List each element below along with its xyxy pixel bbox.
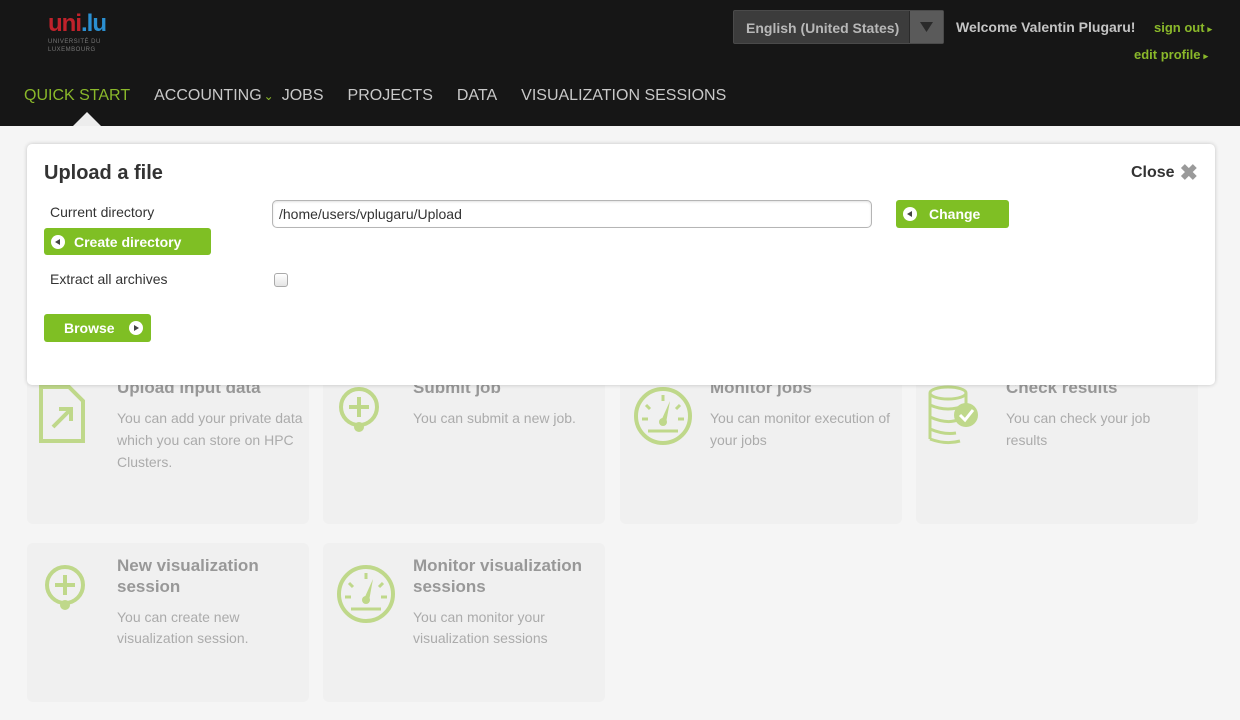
nav-item-jobs[interactable]: JOBS [282, 87, 324, 105]
main-nav: QUICK START ACCOUNTING ⌄ JOBS PROJECTS DA… [24, 86, 750, 106]
close-label: Close [1130, 164, 1175, 181]
create-directory-label: Create directory [74, 233, 182, 250]
active-nav-indicator [73, 112, 101, 126]
nav-item-accounting-label: ACCOUNTING [154, 87, 262, 104]
create-directory-button[interactable]: Create directory [44, 228, 211, 255]
upload-file-dialog: Upload a file Close ✖ Current directory … [27, 144, 1215, 385]
arrow-right-icon: ▸ [1203, 51, 1208, 61]
dialog-title: Upload a file [44, 162, 163, 184]
nav-item-projects[interactable]: PROJECTS [348, 87, 433, 105]
arrow-right-icon: ▸ [1207, 24, 1213, 34]
edit-profile-label: edit profile [1134, 47, 1201, 62]
change-button-label: Change [929, 206, 981, 222]
university-logo[interactable]: uni.lu UNIVERSITÉ DU LUXEMBOURG [48, 12, 112, 64]
language-select[interactable]: English (United States) [733, 10, 944, 44]
edit-profile-link[interactable]: edit profile ▸ [1134, 47, 1208, 62]
extract-archives-label: Extract all archives [50, 271, 168, 287]
browse-button-label: Browse [64, 320, 115, 336]
logo-text-blue: .lu [81, 10, 107, 37]
current-directory-input[interactable] [272, 200, 872, 228]
language-value: English (United States) [746, 20, 900, 36]
close-icon: ✖ [1179, 160, 1198, 185]
sign-out-label: sign out [1154, 20, 1205, 35]
nav-item-visualization-sessions[interactable]: VISUALIZATION SESSIONS [521, 87, 726, 105]
arrow-left-circle-icon [51, 234, 65, 249]
change-button[interactable]: Change [896, 200, 1009, 228]
extract-archives-checkbox[interactable] [274, 273, 288, 287]
top-header: uni.lu UNIVERSITÉ DU LUXEMBOURG English … [0, 0, 1240, 126]
logo-text-red: uni [48, 10, 82, 37]
current-directory-label: Current directory [50, 204, 155, 220]
arrow-left-circle-icon [903, 207, 917, 221]
chevron-down-icon: ⌄ [263, 89, 274, 103]
browse-button[interactable]: Browse [44, 314, 151, 342]
nav-item-accounting[interactable]: ACCOUNTING ⌄ [154, 87, 274, 105]
dropdown-arrow-icon[interactable] [909, 11, 943, 43]
arrow-right-circle-icon [128, 321, 143, 335]
close-button[interactable]: Close ✖ [1130, 160, 1198, 185]
welcome-message: Welcome Valentin Plugaru! [956, 19, 1136, 35]
nav-item-quick-start[interactable]: QUICK START [24, 87, 130, 105]
sign-out-link[interactable]: sign out ▸ [1154, 20, 1212, 35]
logo-subtitle: UNIVERSITÉ DU LUXEMBOURG [48, 39, 101, 53]
nav-item-data[interactable]: DATA [457, 87, 497, 105]
